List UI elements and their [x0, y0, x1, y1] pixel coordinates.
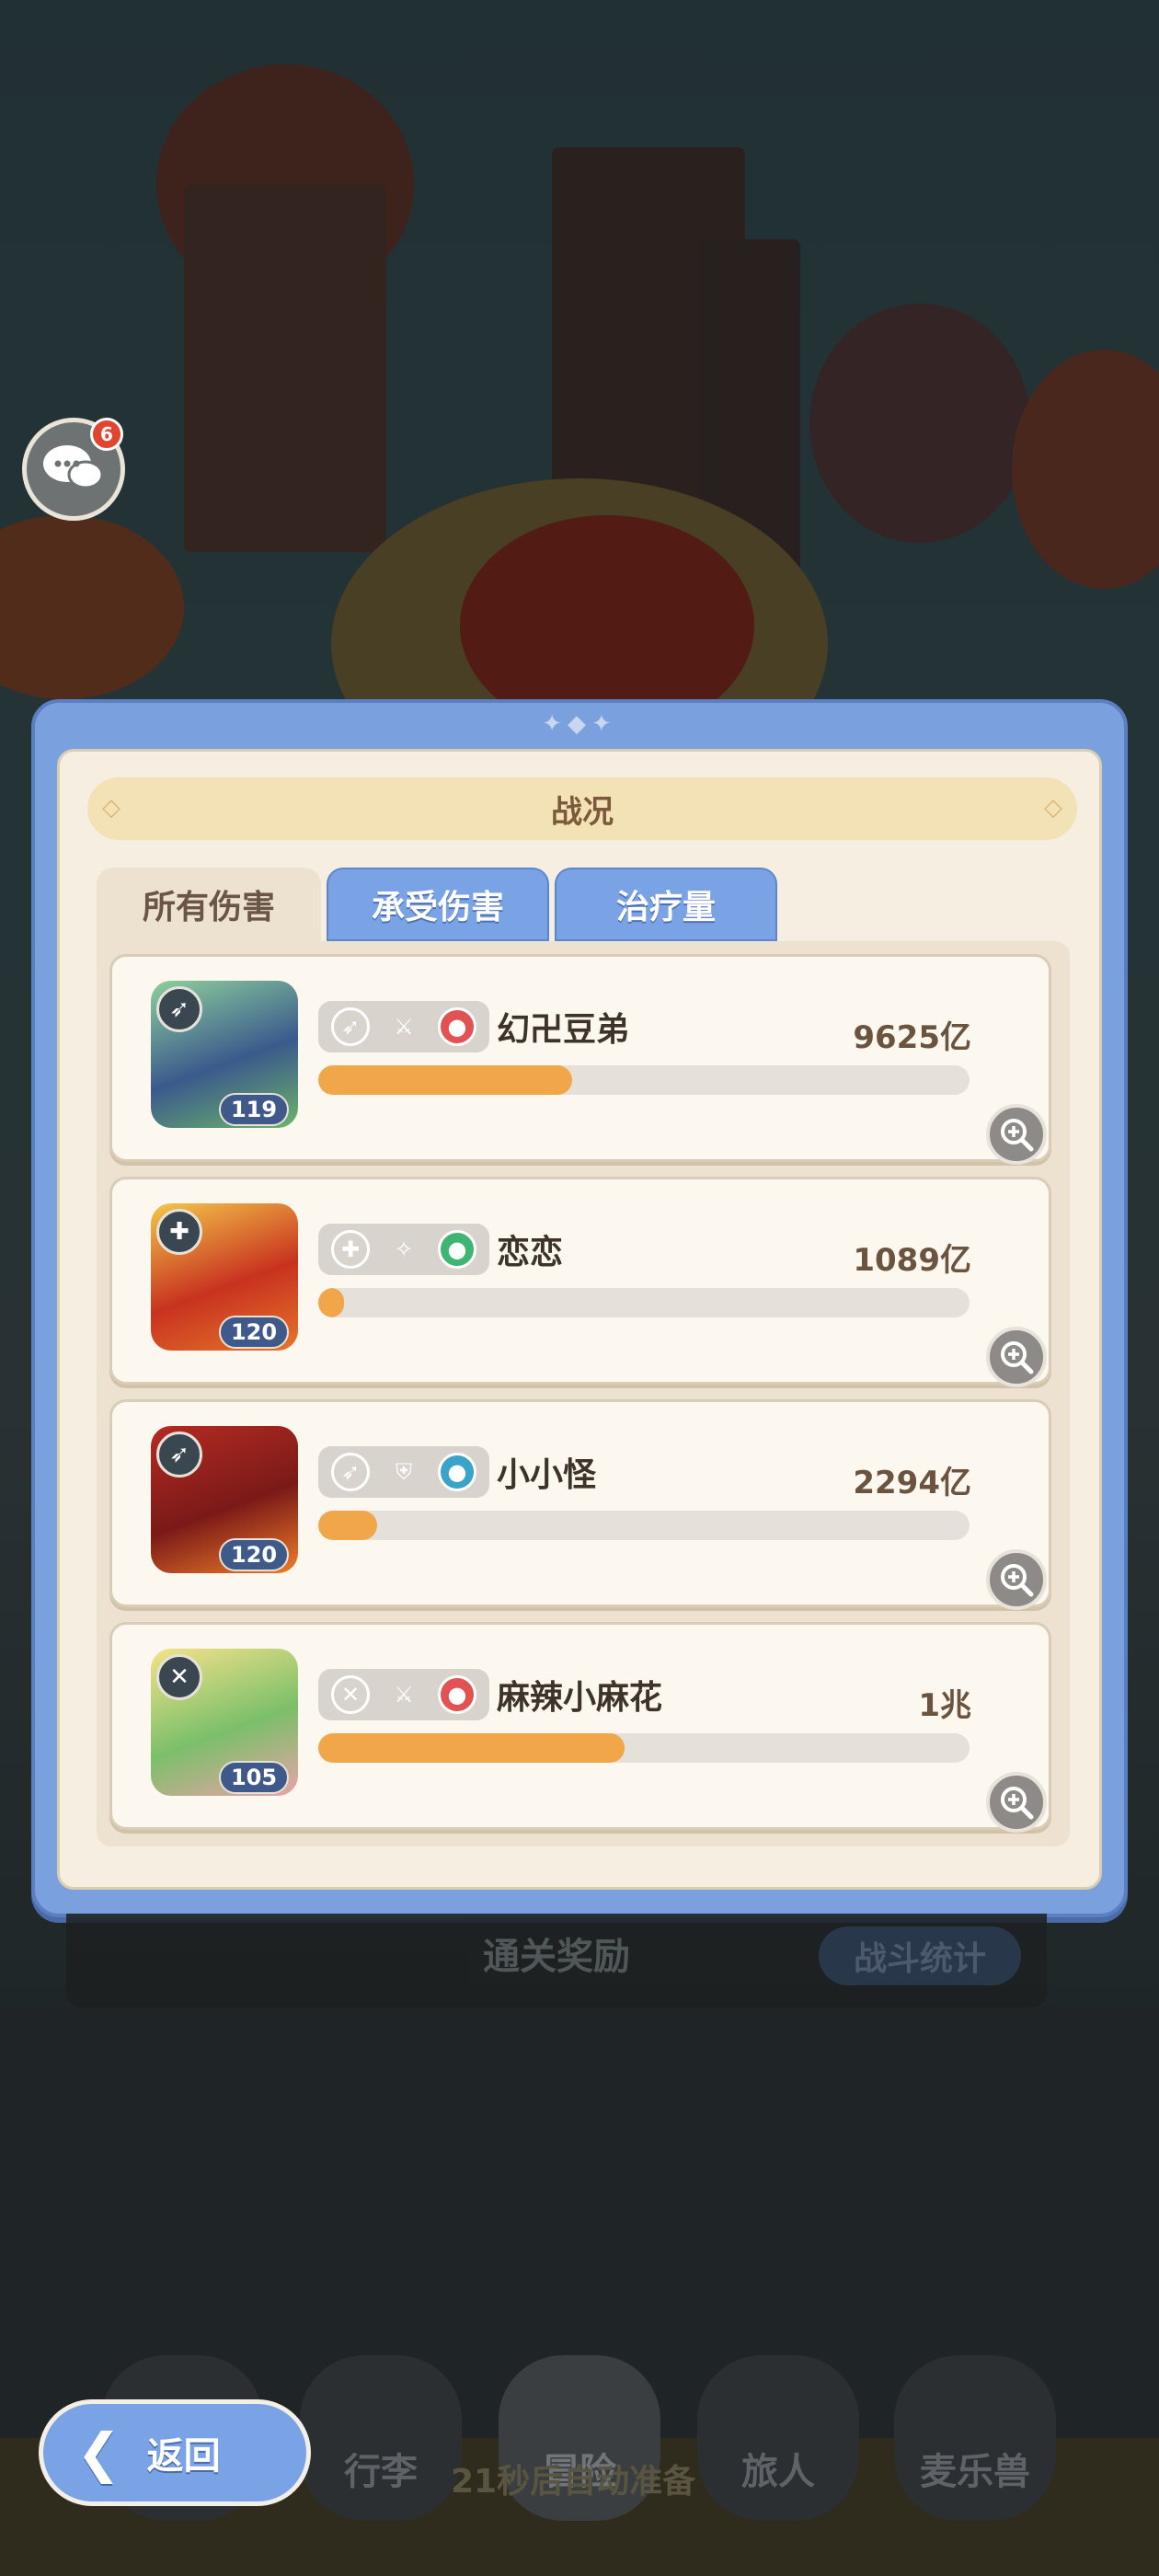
sword-icon: ⚔ [394, 1014, 414, 1040]
bow-icon: ➶ [331, 1007, 370, 1046]
fire-element-icon: ● [438, 1007, 476, 1046]
panel-top-ornament: ✦◆✦ [542, 710, 617, 738]
attribute-badges: ➶ ⚔ ● [318, 1001, 489, 1052]
list-item: ✚ 120 ✚ ✧ ● 恋恋 1089亿 [109, 1177, 1051, 1387]
reward-card: 通关奖励 战斗统计 [66, 1914, 1047, 2007]
chat-bubbles-icon [43, 445, 104, 489]
nav-item-pets[interactable]: 麦乐兽 [894, 2355, 1056, 2521]
damage-bar [318, 1065, 970, 1095]
damage-bar-fill [318, 1733, 625, 1763]
chat-badge: 6 [90, 418, 123, 451]
level-badge: 119 [219, 1093, 289, 1126]
page-title: 战况 [551, 793, 614, 831]
list-item: ✕ 105 ✕ ⚔ ● 麻辣小麻花 1兆 [109, 1622, 1051, 1833]
cross-shield-icon: ✚ [331, 1230, 370, 1269]
level-badge: 120 [219, 1316, 289, 1349]
character-name: 麻辣小麻花 [497, 1679, 663, 1717]
avatar[interactable]: ✚ 120 [151, 1203, 298, 1351]
fire-element-icon: ● [438, 1675, 476, 1714]
character-name: 小小怪 [497, 1456, 597, 1494]
panel-title-bar: ◇ 战况 ◇ [87, 777, 1077, 840]
back-arrow-icon: ❮ [76, 2421, 121, 2484]
tab-bar: 所有伤害 承受伤害 治疗量 [97, 868, 777, 941]
nature-element-icon: ● [438, 1230, 476, 1269]
avatar[interactable]: ➶ 120 [151, 1426, 298, 1573]
avatar[interactable]: ✕ 105 [151, 1649, 298, 1796]
tab-damage-taken[interactable]: 承受伤害 [327, 868, 549, 941]
zoom-in-button[interactable] [986, 1104, 1047, 1165]
attribute-badges: ✕ ⚔ ● [318, 1669, 489, 1720]
character-name: 幻卍豆弟 [497, 1011, 630, 1049]
back-button[interactable]: ❮ 返回 [39, 2399, 311, 2506]
damage-list: ➶ 119 ➶ ⚔ ● 幻卍豆弟 9625亿 ✚ 120 ✚ ✧ ● 恋恋 10… [97, 941, 1070, 1846]
zoom-in-button[interactable] [986, 1549, 1047, 1610]
damage-bar-fill [318, 1511, 377, 1540]
warrior-class-icon: ✚ [156, 1209, 202, 1255]
nav-item-travelers[interactable]: 旅人 [697, 2355, 859, 2521]
crossed-blades-icon: ✕ [331, 1675, 370, 1714]
diamond-ornament-icon: ◇ [102, 794, 120, 822]
magnifier-plus-icon [1001, 1341, 1034, 1374]
diamond-ornament-icon: ◇ [1044, 794, 1062, 822]
magnifier-plus-icon [1001, 1564, 1034, 1597]
magnifier-plus-icon [1001, 1787, 1034, 1820]
sword-icon: ⚔ [394, 1682, 414, 1708]
damage-value: 9625亿 [853, 1019, 971, 1056]
auto-ready-countdown: 21秒后自动准备 [451, 2463, 696, 2501]
ranged-class-icon: ➶ [156, 986, 202, 1032]
damage-value: 2294亿 [853, 1465, 971, 1501]
list-item: ➶ 119 ➶ ⚔ ● 幻卍豆弟 9625亿 [109, 954, 1051, 1165]
damage-value: 1089亿 [853, 1242, 971, 1279]
bow-icon: ➶ [331, 1453, 370, 1491]
damage-bar-fill [318, 1065, 573, 1095]
water-element-icon: ● [438, 1453, 476, 1491]
battle-stats-button[interactable]: 战斗统计 [819, 1926, 1021, 1985]
panel-inner: ◇ 战况 ◇ 所有伤害 承受伤害 治疗量 ➶ 119 ➶ ⚔ ● 幻卍豆弟 96… [57, 749, 1102, 1890]
level-badge: 105 [219, 1761, 289, 1794]
tab-healing[interactable]: 治疗量 [555, 868, 777, 941]
character-name: 恋恋 [497, 1234, 564, 1271]
list-item: ➶ 120 ➶ ⛨ ● 小小怪 2294亿 [109, 1399, 1051, 1610]
assassin-class-icon: ✕ [156, 1654, 202, 1700]
zoom-in-button[interactable] [986, 1772, 1047, 1833]
zoom-in-button[interactable] [986, 1327, 1047, 1387]
nav-item-luggage[interactable]: 行李 [300, 2355, 462, 2521]
magic-wand-icon: ✧ [394, 1236, 414, 1262]
damage-bar [318, 1733, 970, 1763]
tab-all-damage[interactable]: 所有伤害 [97, 868, 321, 941]
damage-bar [318, 1511, 970, 1540]
damage-bar [318, 1288, 970, 1317]
shield-icon: ⛨ [396, 1459, 412, 1485]
magnifier-plus-icon [1001, 1119, 1034, 1152]
damage-bar-fill [318, 1288, 345, 1317]
back-label: 返回 [146, 2435, 221, 2478]
level-badge: 120 [219, 1538, 289, 1571]
attribute-badges: ✚ ✧ ● [318, 1224, 489, 1275]
ranged-class-icon: ➶ [156, 1432, 202, 1478]
attribute-badges: ➶ ⛨ ● [318, 1446, 489, 1498]
battle-stats-panel: ✦◆✦ ◇ 战况 ◇ 所有伤害 承受伤害 治疗量 ➶ 119 ➶ ⚔ ● 幻卍豆… [31, 699, 1128, 1917]
avatar[interactable]: ➶ 119 [151, 981, 298, 1128]
damage-value: 1兆 [918, 1687, 971, 1724]
